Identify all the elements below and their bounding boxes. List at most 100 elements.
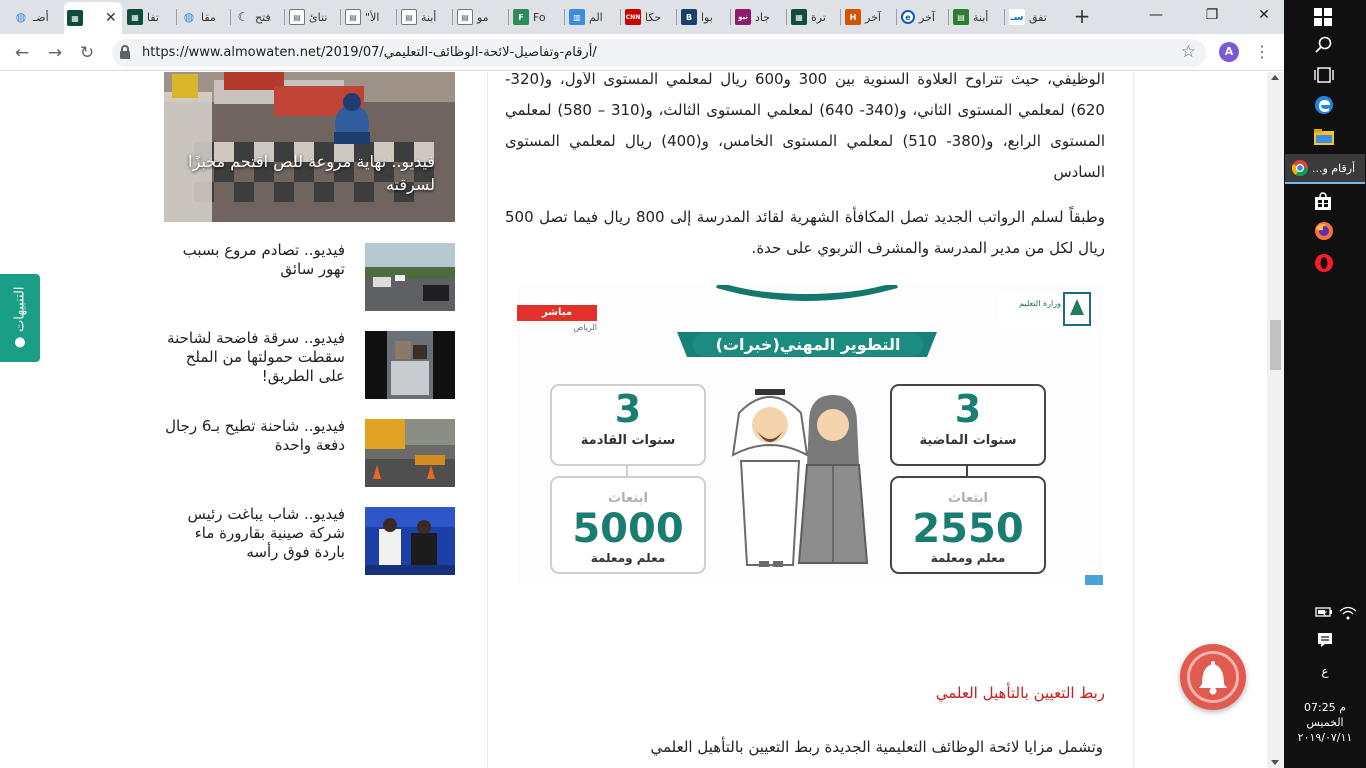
sidebar-video-item[interactable]: فيديو.. سرقة فاضحة لشاحنة سقطت حمولتها م… xyxy=(164,329,455,401)
sidebar-video-item[interactable]: فيديو.. شاحنة تطيح بـ6 رجال دفعة واحدة xyxy=(164,417,455,489)
tab-14[interactable]: ▤ نتائ xyxy=(286,4,340,30)
ministry-logo-text: وزارة التعليم xyxy=(1019,299,1061,308)
browser-window: سـ تفق ▤ أبنة e آخر H آخر ▦ ترة نيو جاد B بوا C… xyxy=(0,0,1284,768)
tab-5-label: ترة xyxy=(811,10,826,24)
back-button[interactable]: ← xyxy=(11,42,33,64)
tab-14-label: نتائ xyxy=(309,10,328,24)
tab-9-label: الم xyxy=(589,10,603,24)
tab-2[interactable]: ▤ أبنة xyxy=(950,4,1004,30)
tab-active[interactable]: ▦ ✕ xyxy=(64,2,122,34)
tab-19[interactable]: ◍ أضـ xyxy=(10,4,62,30)
lock-icon[interactable] xyxy=(120,45,130,59)
tab-11-favicon-icon: ▤ xyxy=(457,9,473,25)
close-tab-icon[interactable]: ✕ xyxy=(105,10,117,26)
tab-15-favicon-icon: ☾ xyxy=(237,10,249,24)
page-scrollbar[interactable] xyxy=(1267,72,1284,768)
taskbar-store[interactable] xyxy=(1284,184,1366,218)
tab-7-label: بوا xyxy=(701,10,713,24)
taskbar-firefox[interactable] xyxy=(1284,214,1366,248)
tab-9[interactable]: ▥ الم xyxy=(566,4,620,30)
bell-icon xyxy=(1199,661,1227,695)
battery-icon[interactable] xyxy=(1314,606,1334,622)
sidebar-video-item[interactable]: فيديو.. تصادم مروع بسبب تهور سائق xyxy=(164,241,455,313)
reload-button[interactable]: ↻ xyxy=(76,42,98,64)
close-window-button[interactable]: ✕ xyxy=(1250,4,1278,26)
notifications-tab-text: التنبيهات xyxy=(12,286,28,332)
notification-bell-button[interactable] xyxy=(1180,644,1246,710)
address-bar[interactable]: https://www.almowaten.net/2019/07/أرقام-… xyxy=(112,39,1206,67)
sidebar-video-title[interactable]: فيديو.. شاب يباغت رئيس شركة صينية بقارور… xyxy=(165,505,345,562)
tab-1-label: تفق xyxy=(1029,10,1047,24)
tab-16-label: مقا xyxy=(201,10,216,24)
maximize-button[interactable]: ❐ xyxy=(1198,4,1226,26)
taskbar-edge[interactable] xyxy=(1284,88,1366,122)
sidebar-video-thumbnail xyxy=(365,419,455,487)
tab-13-label: "الأ xyxy=(365,10,380,24)
tab-14-favicon-icon: ▤ xyxy=(289,9,305,25)
taskbar-active-chrome[interactable]: أرقام و... xyxy=(1285,154,1365,184)
scroll-thumb[interactable] xyxy=(1270,320,1281,370)
tab-7-favicon-icon: B xyxy=(681,9,697,25)
tab-1-favicon-icon: سـ xyxy=(1009,9,1025,25)
opera-icon xyxy=(1315,254,1333,272)
tab-1[interactable]: سـ تفق xyxy=(1006,4,1062,30)
featured-video-title[interactable]: فيديو.. نهاية مروعة للص اقتحم مخبزًا لسر… xyxy=(185,150,435,196)
store-bag-icon xyxy=(1315,192,1331,210)
tab-8-label: حكا xyxy=(645,10,662,24)
taskbar-active-chrome-label: أرقام و... xyxy=(1312,161,1356,175)
taskbar-file-explorer[interactable] xyxy=(1284,120,1366,154)
action-center-icon[interactable] xyxy=(1284,632,1366,652)
tab-12-label: أبنة xyxy=(421,10,437,24)
new-tab-button[interactable]: + xyxy=(1072,5,1092,27)
wifi-icon[interactable] xyxy=(1338,606,1358,624)
bookmark-star-icon[interactable]: ☆ xyxy=(1181,42,1196,62)
future-scholarship-label: ابتعاث xyxy=(608,491,648,506)
tab-5[interactable]: ▦ ترة xyxy=(788,4,840,30)
article-paragraph: وتشمل مزايا لائحة الوظائف التعليمية الجد… xyxy=(650,738,1103,756)
notifications-side-tab[interactable]: ● التنبيهات xyxy=(0,274,40,362)
featured-video[interactable]: فيديو.. نهاية مروعة للص اقتحم مخبزًا لسر… xyxy=(164,72,455,222)
tab-active-favicon-icon: ▦ xyxy=(67,10,83,26)
tab-12[interactable]: ▤ أبنة xyxy=(398,4,452,30)
sidebar-video-item[interactable]: فيديو.. شاب يباغت رئيس شركة صينية بقارور… xyxy=(164,505,455,577)
tab-4[interactable]: H آخر xyxy=(842,4,896,30)
tab-17[interactable]: ▦ تفا xyxy=(124,4,176,30)
browser-toolbar: ← → ↻ https://www.almowaten.net/2019/07/… xyxy=(0,34,1284,71)
tab-16-favicon-icon: ◍ xyxy=(183,10,195,24)
clock-day: الخميس xyxy=(1306,716,1344,729)
tab-12-favicon-icon: ▤ xyxy=(401,9,417,25)
scroll-down-arrow-icon[interactable] xyxy=(1271,760,1279,765)
tab-17-favicon-icon: ▦ xyxy=(127,9,143,25)
system-clock[interactable]: 07:25 م الخميس ٢٠١٩/٠٧/١١ xyxy=(1290,700,1360,745)
tab-8[interactable]: CNN حكا xyxy=(622,4,676,30)
past-teachers-label: معلم ومعلمة xyxy=(930,551,1006,565)
article-body: الوظيفي، حيث تتراوح العلاوة السنوية بين … xyxy=(505,72,1105,264)
firefox-icon xyxy=(1315,222,1333,240)
scroll-up-arrow-icon[interactable] xyxy=(1271,75,1279,80)
taskbar-opera[interactable] xyxy=(1284,246,1366,280)
input-language-indicator[interactable]: ع xyxy=(1284,664,1366,678)
page-viewport: فيديو.. نهاية مروعة للص اقتحم مخبزًا لسر… xyxy=(0,72,1284,768)
edge-icon xyxy=(1315,96,1333,114)
tab-10-favicon-icon: F xyxy=(513,9,529,25)
tab-16[interactable]: ◍ مقا xyxy=(178,4,230,30)
sidebar-video-title[interactable]: فيديو.. شاحنة تطيح بـ6 رجال دفعة واحدة xyxy=(165,417,345,455)
tab-3[interactable]: e آخر xyxy=(898,4,948,30)
profile-avatar[interactable]: A xyxy=(1219,42,1239,62)
tab-10[interactable]: F Fo xyxy=(510,4,564,30)
search-button[interactable] xyxy=(1284,28,1366,62)
browser-menu-icon[interactable]: ⋮ xyxy=(1254,42,1270,64)
tab-6[interactable]: نيو جاد xyxy=(732,4,786,30)
url-text[interactable]: https://www.almowaten.net/2019/07/أرقام-… xyxy=(142,45,597,60)
sidebar-video-title[interactable]: فيديو.. سرقة فاضحة لشاحنة سقطت حمولتها م… xyxy=(165,329,345,386)
task-view-button[interactable] xyxy=(1284,58,1366,92)
tab-7[interactable]: B بوا xyxy=(678,4,730,30)
tab-15[interactable]: ☾ فتح xyxy=(232,4,284,30)
sidebar-video-title[interactable]: فيديو.. تصادم مروع بسبب تهور سائق xyxy=(165,241,345,279)
sidebar-video-thumbnail xyxy=(365,507,455,575)
forward-button[interactable]: → xyxy=(44,42,66,64)
tab-8-favicon-icon: CNN xyxy=(625,9,641,25)
tab-11[interactable]: ▤ مو xyxy=(454,4,508,30)
minimize-button[interactable]: — xyxy=(1142,4,1170,26)
tab-13[interactable]: ▤ "الأ xyxy=(342,4,396,30)
